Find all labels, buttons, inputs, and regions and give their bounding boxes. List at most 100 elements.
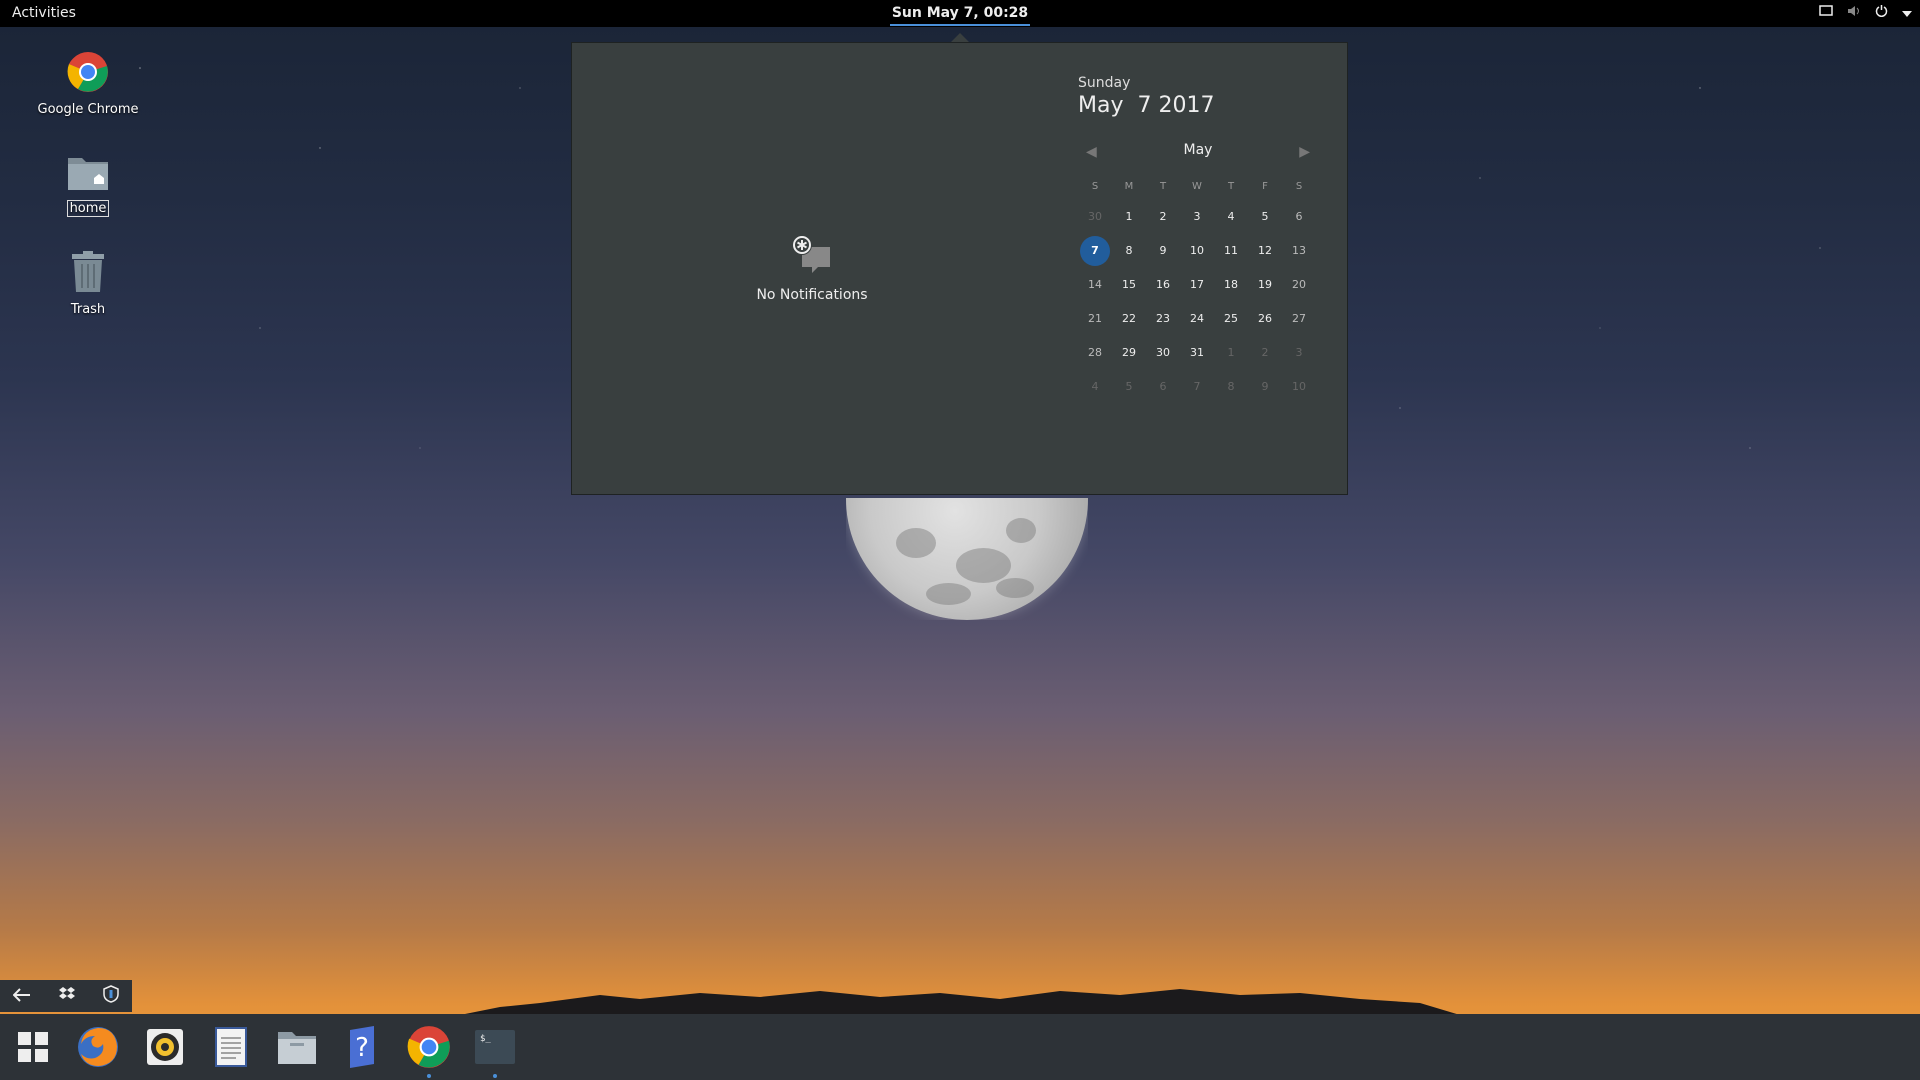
- calendar-day[interactable]: 27: [1282, 302, 1316, 336]
- dock-google-chrome[interactable]: [406, 1024, 452, 1078]
- dock-rhythmbox[interactable]: [142, 1024, 188, 1070]
- next-month-button[interactable]: ▶: [1299, 144, 1310, 160]
- calendar-day-number: 4: [1091, 380, 1099, 393]
- help-icon: ?: [350, 1026, 374, 1068]
- dock-text-editor[interactable]: [208, 1024, 254, 1070]
- desktop-icon-trash[interactable]: Trash: [28, 250, 148, 317]
- calendar-day[interactable]: 8: [1214, 370, 1248, 404]
- volume-icon[interactable]: [1847, 5, 1861, 21]
- calendar-day-number: 19: [1258, 278, 1272, 291]
- calendar-day[interactable]: 19: [1248, 268, 1282, 302]
- calendar-day[interactable]: 22: [1112, 302, 1146, 336]
- calendar-day[interactable]: 28: [1078, 336, 1112, 370]
- calendar-day[interactable]: 2: [1248, 336, 1282, 370]
- dock-files[interactable]: [274, 1024, 320, 1070]
- calendar-day[interactable]: 31: [1180, 336, 1214, 370]
- calendar-day-number: 29: [1122, 346, 1136, 359]
- calendar-grid: S M T W T F S 30 1 2 3 4 5 6 7 8 9 10 11 12 13 14 15 16 1…: [1078, 174, 1318, 404]
- desktop-icon-label: Trash: [70, 302, 106, 317]
- clock-button[interactable]: Sun May 7, 00:28: [890, 0, 1030, 26]
- calendar-day[interactable]: 3: [1282, 336, 1316, 370]
- calendar-day[interactable]: 26: [1248, 302, 1282, 336]
- wallpaper-mountains: [460, 989, 1460, 1015]
- desktop-icon-label: Google Chrome: [37, 102, 139, 117]
- terminal-icon: $_: [475, 1030, 515, 1064]
- calendar-day[interactable]: 8: [1112, 234, 1146, 268]
- calendar-day[interactable]: 14: [1078, 268, 1112, 302]
- dropbox-icon[interactable]: [58, 986, 76, 1006]
- calendar-day[interactable]: 5: [1248, 200, 1282, 234]
- calendar-day[interactable]: 30: [1078, 200, 1112, 234]
- show-apps-button[interactable]: [10, 1024, 56, 1070]
- calendar-day-number: 7: [1193, 380, 1201, 393]
- activities-button[interactable]: Activities: [12, 5, 76, 21]
- weekday-header: M: [1124, 181, 1134, 192]
- calendar-day[interactable]: 9: [1146, 234, 1180, 268]
- calendar-day-number: 22: [1122, 312, 1136, 325]
- calendar-day[interactable]: 6: [1282, 200, 1316, 234]
- desktop-icon-label: home: [66, 200, 110, 217]
- calendar-day[interactable]: 5: [1112, 370, 1146, 404]
- text-editor-icon: [215, 1027, 247, 1067]
- calendar-day[interactable]: 25: [1214, 302, 1248, 336]
- calendar-day[interactable]: 1: [1214, 336, 1248, 370]
- calendar-day[interactable]: 10: [1180, 234, 1214, 268]
- calendar-full-date: May 7 2017: [1078, 93, 1215, 118]
- calendar-day-number: 30: [1088, 210, 1102, 223]
- calendar-day[interactable]: 24: [1180, 302, 1214, 336]
- calendar-day-today[interactable]: 7: [1078, 234, 1112, 268]
- weekday-header: T: [1159, 181, 1167, 192]
- calendar-day-number: 26: [1258, 312, 1272, 325]
- calendar-day[interactable]: 20: [1282, 268, 1316, 302]
- calendar-day-number: 4: [1227, 210, 1235, 223]
- calendar-day[interactable]: 10: [1282, 370, 1316, 404]
- calendar-day[interactable]: 17: [1180, 268, 1214, 302]
- calendar-day[interactable]: 1: [1112, 200, 1146, 234]
- calendar-day-number: 6: [1159, 380, 1167, 393]
- calendar-day[interactable]: 9: [1248, 370, 1282, 404]
- display-icon[interactable]: [1819, 4, 1833, 21]
- previous-month-button[interactable]: ◀: [1086, 144, 1097, 160]
- calendar-day[interactable]: 4: [1214, 200, 1248, 234]
- calendar-day[interactable]: 21: [1078, 302, 1112, 336]
- calendar-day[interactable]: 13: [1282, 234, 1316, 268]
- calendar-day-number: 20: [1292, 278, 1306, 291]
- power-icon[interactable]: [1875, 4, 1888, 21]
- calendar-day-number: 9: [1159, 244, 1167, 257]
- calendar-day[interactable]: 3: [1180, 200, 1214, 234]
- calendar-day-number: 1: [1227, 346, 1235, 359]
- calendar-day[interactable]: 7: [1180, 370, 1214, 404]
- desktop-icon-home[interactable]: home: [28, 152, 148, 217]
- calendar-day[interactable]: 4: [1078, 370, 1112, 404]
- rhythmbox-icon: [147, 1029, 183, 1065]
- calendar-day-number: 18: [1224, 278, 1238, 291]
- calendar-day[interactable]: 18: [1214, 268, 1248, 302]
- weekday-header: T: [1227, 181, 1235, 192]
- calendar-day[interactable]: 6: [1146, 370, 1180, 404]
- no-notifications-label: No Notifications: [756, 287, 868, 303]
- chevron-down-icon[interactable]: [1902, 5, 1912, 21]
- weekday-header: S: [1295, 181, 1303, 192]
- dock-firefox[interactable]: [75, 1024, 121, 1070]
- system-tray[interactable]: [1819, 4, 1912, 21]
- calendar-day[interactable]: 15: [1112, 268, 1146, 302]
- calendar-day-number: 30: [1156, 346, 1170, 359]
- calendar: Sunday May 7 2017 ◀ May ▶ S M T W T F S …: [1078, 75, 1318, 404]
- calendar-day-number: 11: [1224, 244, 1238, 257]
- calendar-day[interactable]: 16: [1146, 268, 1180, 302]
- shield-icon[interactable]: [102, 985, 119, 1007]
- calendar-day[interactable]: 23: [1146, 302, 1180, 336]
- back-arrow-icon[interactable]: [12, 987, 31, 1006]
- dock-help[interactable]: ?: [340, 1024, 386, 1070]
- calendar-day-number: 25: [1224, 312, 1238, 325]
- desktop-icon-google-chrome[interactable]: Google Chrome: [28, 50, 148, 117]
- calendar-day[interactable]: 30: [1146, 336, 1180, 370]
- dock-terminal[interactable]: $_: [472, 1024, 518, 1078]
- calendar-day[interactable]: 2: [1146, 200, 1180, 234]
- calendar-day-number: 3: [1295, 346, 1303, 359]
- calendar-day[interactable]: 11: [1214, 234, 1248, 268]
- calendar-day-number: 5: [1125, 380, 1133, 393]
- calendar-day[interactable]: 29: [1112, 336, 1146, 370]
- calendar-day[interactable]: 12: [1248, 234, 1282, 268]
- calendar-month-nav: ◀ May ▶: [1078, 142, 1318, 162]
